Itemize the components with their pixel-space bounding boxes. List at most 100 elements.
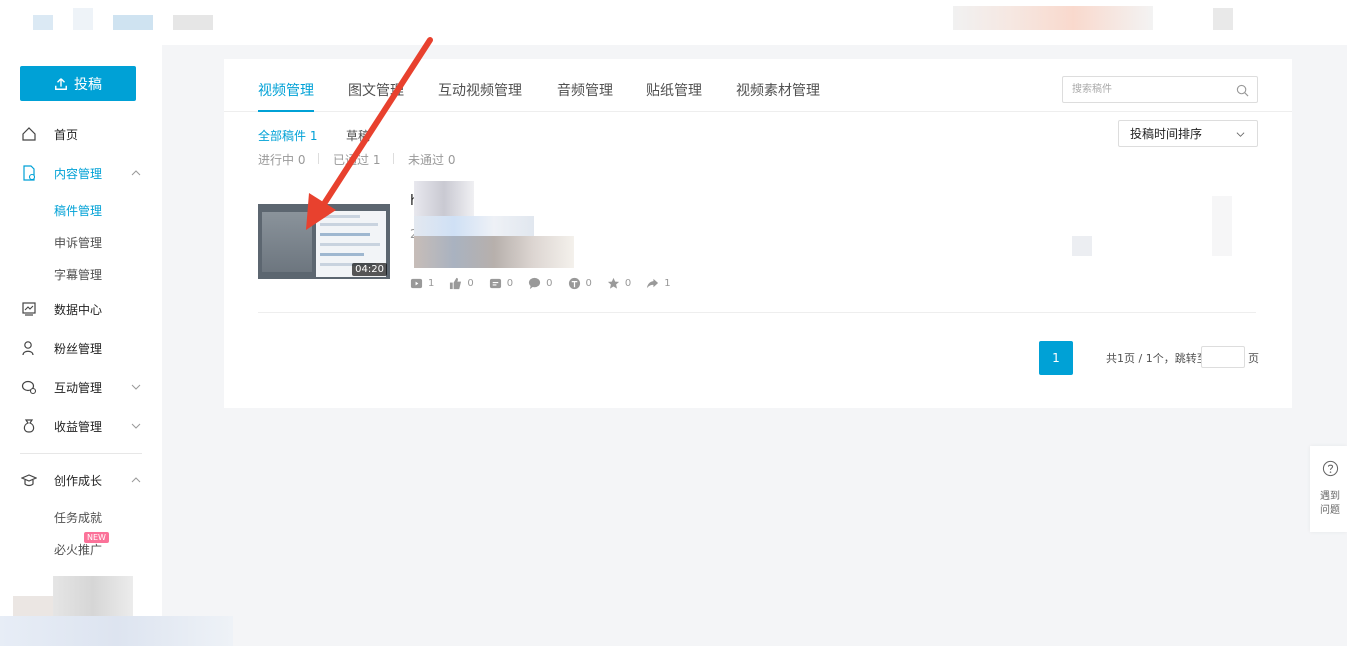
thumb-line [320, 215, 360, 218]
chevron-up-icon [131, 477, 141, 483]
active-tab-indicator [258, 110, 314, 112]
stat-comment: 0 [528, 277, 553, 290]
blurred-meta [414, 216, 534, 236]
blurred-footer [53, 576, 133, 616]
status-approved[interactable]: 已通过 1 [333, 151, 380, 168]
stat-favorite: 0 [607, 277, 631, 290]
sidebar-item-content[interactable]: 内容管理 [0, 161, 162, 185]
graduation-cap-icon [21, 474, 37, 487]
blurred-avatar[interactable] [1213, 8, 1233, 30]
status-count: 1 [372, 153, 381, 167]
blurred-logo [73, 8, 93, 30]
page-unit: 页 [1248, 352, 1259, 365]
sidebar-item-label: 数据中心 [54, 302, 103, 317]
stat-value: 0 [506, 278, 514, 289]
search-input[interactable] [1072, 77, 1232, 102]
help-label-line2: 问题 [1320, 505, 1340, 516]
stat-coin: 0 [568, 277, 592, 290]
blurred-logo [113, 15, 153, 30]
coin-icon [568, 277, 580, 290]
sort-dropdown[interactable]: 投稿时间排序 [1118, 120, 1258, 147]
sidebar-item-label: 互动管理 [54, 380, 103, 395]
top-bar [0, 0, 1347, 45]
question-icon [1322, 460, 1339, 477]
tab-video-material[interactable]: 视频素材管理 [736, 80, 820, 100]
page-button-1[interactable]: 1 [1039, 341, 1073, 375]
money-bag-icon [23, 419, 35, 433]
blurred-actions [1072, 236, 1092, 256]
tab-audio[interactable]: 音频管理 [557, 80, 613, 100]
tab-article[interactable]: 图文管理 [348, 80, 404, 100]
blurred-logo [173, 15, 213, 30]
danmaku-icon [489, 278, 501, 289]
main-panel: 视频管理 图文管理 互动视频管理 音频管理 贴纸管理 视频素材管理 全部稿件 1… [224, 59, 1292, 408]
status-count: 0 [447, 153, 456, 167]
document-icon [23, 165, 36, 181]
thumb-line [320, 233, 370, 236]
blurred-meta [414, 236, 574, 268]
sidebar-item-interaction[interactable]: 互动管理 [0, 375, 162, 399]
sidebar-subitem-appeals[interactable]: 申诉管理 [54, 234, 102, 251]
search-box[interactable] [1062, 76, 1258, 103]
chart-icon [22, 302, 36, 316]
chevron-up-icon [131, 170, 141, 176]
sidebar-subitem-manuscripts[interactable]: 稿件管理 [54, 202, 102, 219]
home-icon [22, 127, 36, 141]
stat-value: 0 [546, 278, 553, 289]
video-stats: 1 0 0 0 0 0 1 [410, 277, 686, 290]
tab-interactive-video[interactable]: 互动视频管理 [438, 80, 522, 100]
user-icon [22, 341, 34, 356]
thumbs-up-icon [450, 277, 462, 290]
sidebar-item-fans[interactable]: 粉丝管理 [0, 336, 162, 360]
tab-bar: 视频管理 图文管理 互动视频管理 音频管理 贴纸管理 视频素材管理 [224, 59, 1292, 112]
search-icon[interactable] [1236, 84, 1249, 97]
sidebar-subitem-promotion[interactable]: 必火推广 [54, 541, 102, 558]
star-icon [607, 277, 619, 289]
sidebar-item-label: 粉丝管理 [54, 341, 103, 356]
stat-value: 0 [467, 278, 474, 289]
stat-play: 1 [410, 277, 434, 290]
stat-value: 0 [585, 278, 592, 289]
comment-icon [529, 277, 541, 290]
chevron-down-icon [1236, 132, 1245, 137]
help-label-line1: 遇到 [1320, 491, 1340, 502]
thumb-sidebar [262, 212, 312, 272]
sidebar: 投稿 首页 内容管理 稿件管理 申诉管理 字幕管理 数据中心 粉丝管理 互动管理… [0, 45, 162, 646]
upload-button[interactable]: 投稿 [20, 66, 136, 101]
filter-all-label: 全部稿件 [258, 129, 307, 143]
filter-draft[interactable]: 草稿 [346, 127, 370, 144]
video-thumbnail[interactable]: 04:20 [258, 204, 390, 279]
upload-icon [55, 77, 67, 90]
blurred-actions [1212, 196, 1232, 256]
sidebar-item-growth[interactable]: 创作成长 [0, 468, 162, 492]
status-in-progress[interactable]: 进行中 0 [258, 151, 305, 168]
chevron-down-icon [131, 423, 141, 429]
sidebar-item-home[interactable]: 首页 [0, 122, 162, 146]
stat-value: 1 [428, 278, 435, 289]
item-divider [258, 312, 1256, 313]
sidebar-subitem-subtitles[interactable]: 字幕管理 [54, 266, 102, 283]
help-button[interactable]: 遇到 问题 [1310, 446, 1347, 532]
sidebar-item-data-center[interactable]: 数据中心 [0, 297, 162, 321]
sidebar-item-label: 创作成长 [54, 473, 103, 488]
play-count-icon [410, 278, 423, 289]
sidebar-item-revenue[interactable]: 收益管理 [0, 414, 162, 438]
page-jump-input[interactable] [1201, 346, 1245, 368]
stat-value: 1 [664, 278, 671, 289]
sidebar-subitem-tasks[interactable]: 任务成就 [54, 509, 102, 526]
new-badge: NEW [84, 532, 109, 543]
filter-all[interactable]: 全部稿件 1 [258, 127, 317, 144]
chat-icon [21, 380, 37, 395]
stat-value: 0 [624, 278, 632, 289]
status-count: 0 [297, 153, 306, 167]
upload-label: 投稿 [74, 76, 102, 93]
tab-video[interactable]: 视频管理 [258, 80, 314, 100]
status-rejected[interactable]: 未通过 0 [408, 151, 455, 168]
status-separator [318, 153, 319, 164]
tab-stickers[interactable]: 贴纸管理 [646, 80, 702, 100]
stat-like: 0 [449, 277, 474, 290]
status-separator [393, 153, 394, 164]
thumb-line [320, 223, 378, 226]
thumb-line [320, 253, 364, 256]
blurred-footer [13, 596, 53, 616]
